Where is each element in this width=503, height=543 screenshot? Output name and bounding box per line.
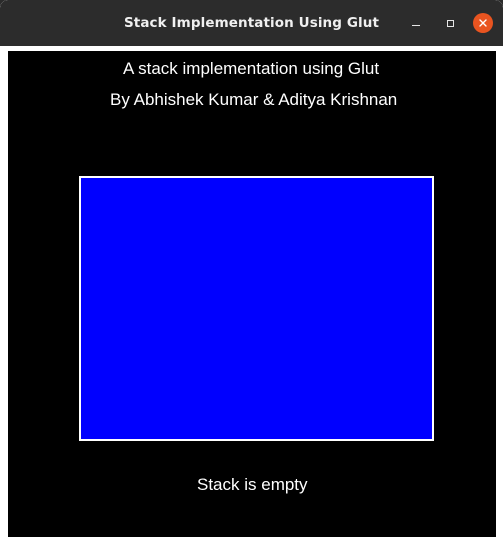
title-bar[interactable]: Stack Implementation Using Glut — [0, 0, 503, 46]
close-icon — [479, 19, 487, 27]
stack-status: Stack is empty — [197, 475, 308, 494]
close-button[interactable] — [473, 13, 493, 33]
minimize-button[interactable] — [406, 13, 426, 33]
glut-canvas[interactable]: A stack implementation using Glut By Abh… — [8, 51, 496, 537]
maximize-icon — [446, 19, 454, 27]
heading-title: A stack implementation using Glut — [123, 59, 380, 78]
app-window: Stack Implementation Using Glut A stack … — [0, 0, 503, 543]
stack-container — [79, 176, 434, 441]
window-title: Stack Implementation Using Glut — [123, 15, 380, 31]
maximize-button[interactable] — [440, 13, 460, 33]
heading-authors: By Abhishek Kumar & Aditya Krishnan — [110, 90, 398, 109]
minimize-icon — [412, 24, 420, 27]
